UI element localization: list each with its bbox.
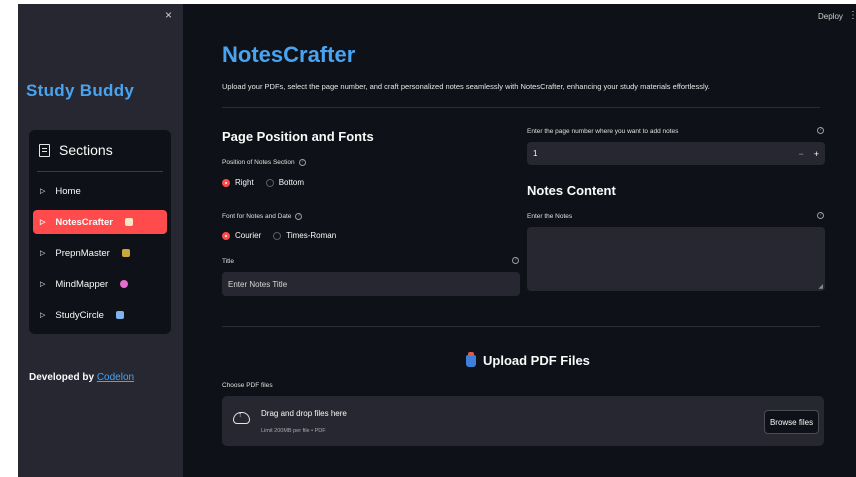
book-emoji-icon <box>115 311 124 319</box>
caret-right-icon: ▷ <box>40 312 46 319</box>
developer-link[interactable]: Codelon <box>97 372 134 383</box>
memo-emoji-icon <box>124 218 133 226</box>
app-frame: × Study Buddy Sections ▷ Home ▷ NotesCra… <box>18 4 856 477</box>
radio-button[interactable] <box>265 178 274 187</box>
notes-content-heading: Notes Content <box>527 183 616 198</box>
radio-label: Right <box>235 178 254 187</box>
position-option-bottom[interactable]: Bottom <box>265 178 305 187</box>
developer-credit: Developed by Codelon <box>29 372 134 383</box>
notes-textarea[interactable]: ◢ <box>527 227 825 291</box>
decrement-button[interactable]: − <box>798 149 803 159</box>
help-icon[interactable]: ? <box>817 212 824 219</box>
sidebar: × Study Buddy Sections ▷ Home ▷ NotesCra… <box>18 4 183 477</box>
nav-item-label: NotesCrafter <box>55 216 113 228</box>
sections-label: Sections <box>59 142 113 158</box>
page-number-label: Enter the page number where you want to … <box>527 128 678 135</box>
page-number-label-text: Enter the page number where you want to … <box>527 128 679 135</box>
radio-label: Bottom <box>278 178 305 187</box>
document-icon <box>39 143 50 157</box>
books-emoji-icon <box>121 249 130 257</box>
page-number-value[interactable]: 1 <box>533 149 537 158</box>
position-label-text: Position of Notes Section <box>222 159 295 166</box>
sidebar-title: Study Buddy <box>26 81 135 100</box>
nav-item-prepnmaster[interactable]: ▷ PrepnMaster <box>33 241 167 265</box>
page-description: Upload your PDFs, select the page number… <box>222 82 710 91</box>
notes-label: Enter the Notes <box>527 213 572 220</box>
nav-item-label: PrepnMaster <box>55 247 110 259</box>
radio-label: Courier <box>235 231 262 240</box>
nav-item-label: Home <box>55 185 81 197</box>
title-input-field[interactable] <box>228 279 520 289</box>
help-icon[interactable]: ? <box>295 213 303 220</box>
nav-item-notescrafter[interactable]: ▷ NotesCrafter <box>33 210 167 234</box>
page-number-input[interactable]: 1 − + <box>527 142 825 165</box>
caret-right-icon: ▷ <box>40 250 46 257</box>
position-option-right[interactable]: Right <box>222 178 254 187</box>
radio-button[interactable] <box>222 231 230 240</box>
radio-label: Times-Roman <box>286 231 337 240</box>
main-menu-icon[interactable]: ⋮ <box>848 10 856 21</box>
font-option-courier[interactable]: Courier <box>222 231 261 240</box>
notes-label-text: Enter the Notes <box>527 213 573 220</box>
deploy-button[interactable]: Deploy <box>818 12 843 21</box>
dropzone-text: Drag and drop files here <box>261 409 347 418</box>
choose-files-label: Choose PDF files <box>222 382 273 389</box>
page-title: NotesCrafter <box>222 42 356 67</box>
caret-right-icon: ▷ <box>40 219 46 226</box>
radio-button[interactable] <box>222 178 230 187</box>
stepper-buttons: − + <box>798 142 819 165</box>
nav-item-studycircle[interactable]: ▷ StudyCircle <box>33 303 167 327</box>
cloud-upload-icon <box>233 410 250 424</box>
title-label: Title <box>222 258 234 265</box>
position-label: Position of Notes Section ? <box>222 159 306 166</box>
help-icon[interactable]: ? <box>512 257 519 264</box>
dropzone-limit: Limit 200MB per file • PDF <box>261 428 326 434</box>
divider <box>37 171 163 172</box>
nav-list: ▷ Home ▷ NotesCrafter ▷ PrepnMaster ▷ Mi… <box>33 179 167 334</box>
upload-heading-text: Upload PDF Files <box>483 353 590 368</box>
sections-menu: Sections ▷ Home ▷ NotesCrafter ▷ PrepnMa… <box>29 130 171 334</box>
nav-item-home[interactable]: ▷ Home <box>33 179 167 203</box>
help-icon[interactable]: ? <box>298 159 306 166</box>
brain-emoji-icon <box>120 280 129 288</box>
increment-button[interactable]: + <box>814 149 819 159</box>
divider <box>222 326 820 327</box>
nav-item-label: MindMapper <box>55 278 109 290</box>
divider <box>222 107 820 108</box>
file-dropzone[interactable]: Drag and drop files here Limit 200MB per… <box>222 396 824 446</box>
font-option-times-roman[interactable]: Times-Roman <box>273 231 336 240</box>
resize-handle-icon[interactable]: ◢ <box>818 283 823 290</box>
caret-right-icon: ▷ <box>40 281 46 288</box>
font-radio-group: Courier Times-Roman <box>222 231 342 240</box>
font-label-text: Font for Notes and Date <box>222 213 292 220</box>
nav-item-label: StudyCircle <box>55 309 104 321</box>
sections-header: Sections <box>39 142 113 158</box>
school-bag-icon <box>466 351 476 367</box>
help-icon[interactable]: ? <box>817 127 824 134</box>
upload-heading: Upload PDF Files <box>466 351 590 368</box>
title-input[interactable] <box>222 272 520 296</box>
title-label-text: Title <box>222 258 235 265</box>
nav-item-mindmapper[interactable]: ▷ MindMapper <box>33 272 167 296</box>
position-radio-group: Right Bottom <box>222 178 310 187</box>
choose-files-label-text: Choose PDF files <box>222 382 273 389</box>
close-sidebar-icon[interactable]: × <box>165 8 172 22</box>
page-position-heading: Page Position and Fonts <box>222 129 374 144</box>
developed-by-text: Developed by <box>29 372 95 383</box>
browse-files-button[interactable]: Browse files <box>764 410 819 434</box>
radio-button[interactable] <box>273 231 282 240</box>
font-label: Font for Notes and Date ? <box>222 213 303 220</box>
caret-right-icon: ▷ <box>40 188 46 195</box>
